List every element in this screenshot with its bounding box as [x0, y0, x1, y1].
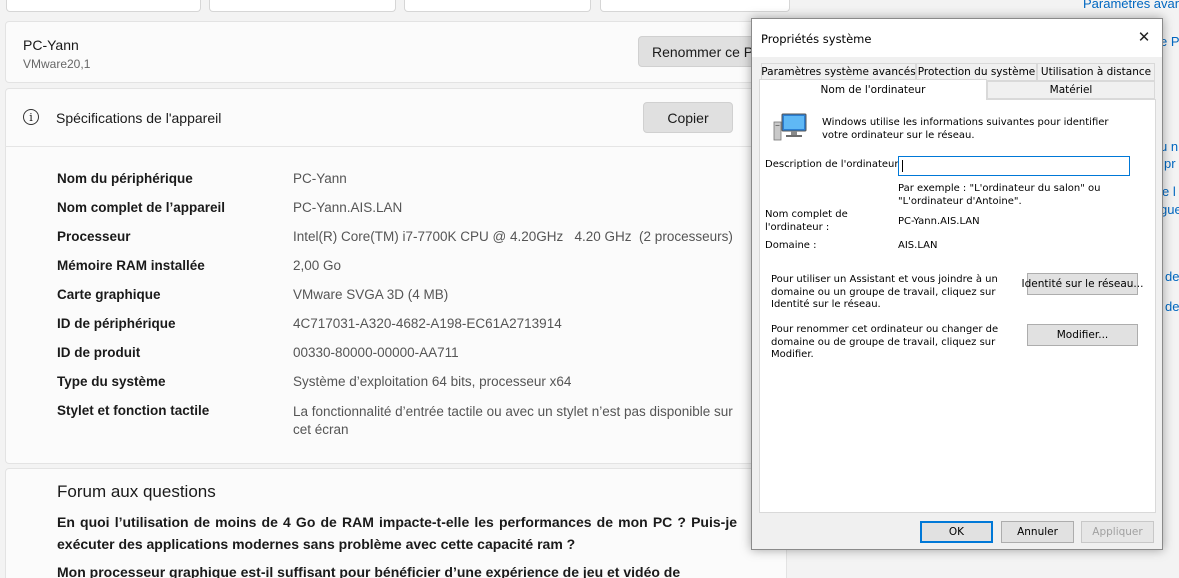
spec-value: 00330-80000-00000-AA711 — [293, 345, 459, 360]
spec-value: Intel(R) Core(TM) i7-7700K CPU @ 4.20GHz… — [293, 229, 733, 244]
device-model: VMware20,1 — [23, 57, 91, 71]
related-link[interactable]: e l — [1162, 184, 1176, 199]
spec-label: Nom du périphérique — [57, 171, 193, 186]
related-link[interactable]: Paramètres avan — [1083, 0, 1179, 11]
dialog-titlebar: Propriétés système ✕ — [752, 19, 1162, 57]
info-icon: i — [23, 109, 39, 125]
spec-value: VMware SVGA 3D (4 MB) — [293, 287, 449, 302]
spec-label: Processeur — [57, 229, 131, 244]
fullname-label: Nom complet de l'ordinateur : — [765, 209, 848, 233]
rename-pc-button[interactable]: Renommer ce PC — [638, 36, 758, 67]
assistant-text: Pour utiliser un Assistant et vous joind… — [771, 274, 998, 310]
faq-question[interactable]: Mon processeur graphique est-il suffisan… — [57, 561, 737, 578]
top-tile-1[interactable] — [6, 0, 201, 12]
spec-label: ID de périphérique — [57, 316, 176, 331]
spec-value: La fonctionnalité d’entrée tactile ou av… — [293, 404, 733, 437]
tab-computer-name[interactable]: Nom de l'ordinateur — [759, 79, 987, 100]
text-caret — [902, 160, 903, 172]
screen: PC-Yann VMware20,1 Renommer ce PC i Spéc… — [0, 0, 1179, 578]
spec-label: Carte graphique — [57, 287, 161, 302]
spec-label: Stylet et fonction tactile — [57, 403, 210, 418]
top-tile-2[interactable] — [209, 0, 396, 12]
faq-question[interactable]: En quoi l’utilisation de moins de 4 Go d… — [57, 511, 737, 555]
spec-value: 2,00 Go — [293, 258, 342, 273]
spec-value: Système d’exploitation 64 bits, processe… — [293, 374, 572, 389]
apply-button[interactable]: Appliquer — [1081, 521, 1154, 543]
related-link[interactable]: pr — [1164, 156, 1176, 171]
dialog-title: Propriétés système — [761, 32, 872, 46]
spec-value: PC-Yann.AIS.LAN — [293, 200, 403, 215]
modify-button[interactable]: Modifier... — [1027, 324, 1138, 346]
top-tile-4[interactable] — [600, 0, 790, 12]
close-icon[interactable]: ✕ — [1135, 28, 1153, 46]
faq-title: Forum aux questions — [57, 482, 216, 501]
spec-value: 4C717031-A320-4682-A198-EC61A2713914 — [293, 316, 562, 331]
domain-value: AIS.LAN — [898, 240, 938, 251]
cancel-button[interactable]: Annuler — [1001, 521, 1074, 543]
rename-text: Pour renommer cet ordinateur ou changer … — [771, 324, 999, 360]
spec-label: Type du système — [57, 374, 166, 389]
copy-button[interactable]: Copier — [643, 102, 733, 133]
domain-label: Domaine : — [765, 240, 817, 251]
fullname-value: PC-Yann.AIS.LAN — [898, 216, 980, 227]
spec-label: ID de produit — [57, 345, 141, 360]
tab-hardware[interactable]: Matériel — [987, 81, 1155, 99]
example-text: Par exemple : "L'ordinateur du salon" ou… — [898, 183, 1101, 207]
ok-button[interactable]: OK — [920, 521, 993, 543]
description-input[interactable] — [898, 156, 1130, 176]
system-properties-dialog: Propriétés système ✕ Paramètres système … — [751, 18, 1163, 550]
spec-label: Nom complet de l’appareil — [57, 200, 226, 215]
device-name: PC-Yann — [23, 37, 79, 53]
specs-title: Spécifications de l'appareil — [56, 110, 222, 126]
computer-icon — [773, 113, 807, 141]
specs-divider — [5, 146, 787, 147]
network-id-button[interactable]: Identité sur le réseau... — [1022, 273, 1143, 295]
intro-text: Windows utilise les informations suivant… — [822, 117, 1109, 141]
top-tile-3[interactable] — [404, 0, 591, 12]
related-link[interactable]: de — [1165, 269, 1179, 284]
spec-value: PC-Yann — [293, 171, 347, 186]
spec-label: Mémoire RAM installée — [57, 258, 205, 273]
description-label: Description de l'ordinateur : — [765, 159, 906, 170]
related-link[interactable]: de — [1165, 299, 1179, 314]
tab-remote[interactable]: Utilisation à distance — [1037, 63, 1155, 81]
